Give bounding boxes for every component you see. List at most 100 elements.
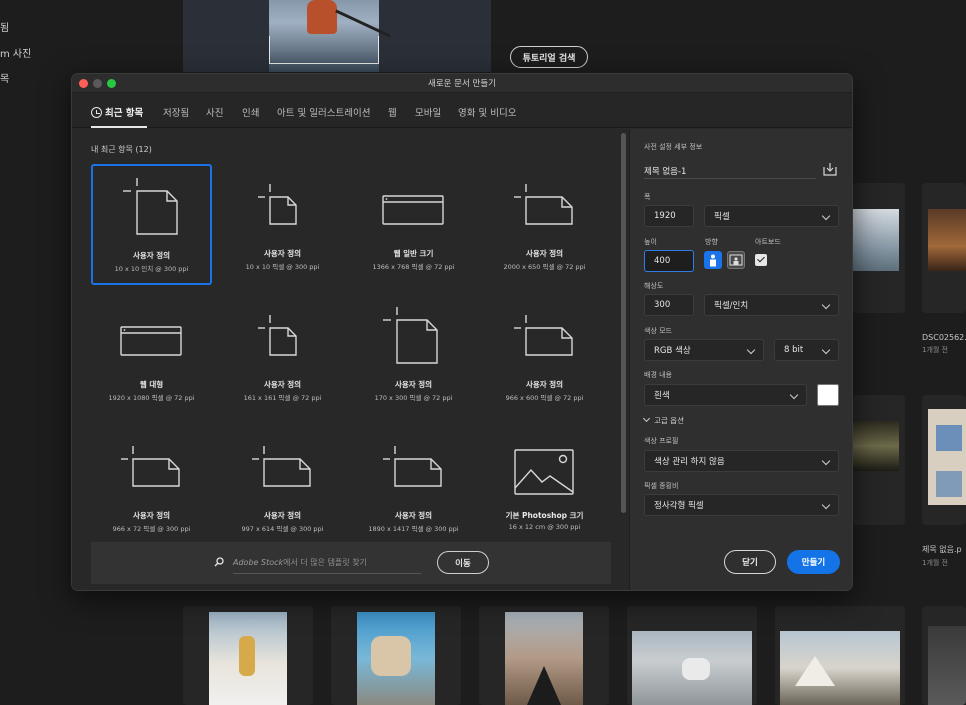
background-select[interactable]: 흰색 <box>644 384 807 406</box>
go-button[interactable]: 이동 <box>437 551 489 574</box>
portrait-orientation-button[interactable] <box>704 251 722 269</box>
custom-landscape-icon <box>383 446 442 487</box>
recent-file-thumb[interactable] <box>183 606 313 705</box>
advanced-options-toggle[interactable]: 고급 옵션 <box>642 414 684 426</box>
preset-card[interactable]: 사용자 정의 966 x 600 픽셀 @ 72 ppi <box>484 295 605 416</box>
width-label: 폭 <box>644 193 651 201</box>
recent-file-thumb[interactable] <box>922 183 966 313</box>
resolution-label: 해상도 <box>644 282 664 290</box>
preset-card[interactable]: 사용자 정의 10 x 10 픽셀 @ 300 ppi <box>222 164 343 285</box>
preset-name: 사용자 정의 <box>132 251 171 260</box>
save-preset-icon[interactable] <box>823 162 837 176</box>
color-mode-select[interactable]: RGB 색상 <box>644 339 764 361</box>
custom-portrait-icon <box>123 178 178 235</box>
preset-dimensions: 1920 x 1080 픽셀 @ 72 ppi <box>108 394 195 402</box>
tab-recent[interactable]: 최근 항목 <box>91 105 143 119</box>
preset-card[interactable]: 사용자 정의 997 x 614 픽셀 @ 300 ppi <box>222 426 343 547</box>
tab-saved[interactable]: 저장됨 <box>163 105 189 119</box>
recent-file-thumb[interactable] <box>852 183 905 313</box>
recent-file-thumb[interactable] <box>852 395 905 525</box>
color-profile-select[interactable]: 색상 관리 하지 않음 <box>644 450 839 472</box>
dialog-title: 새로운 문서 만들기 <box>428 79 496 89</box>
background-color-swatch[interactable] <box>817 384 839 406</box>
sidebar-item[interactable]: 목 <box>0 70 9 85</box>
home-sidebar: 됨 m 사진 목 <box>0 0 70 100</box>
preset-name: 사용자 정의 <box>394 380 433 389</box>
width-unit-select[interactable]: 픽셀 <box>704 205 839 227</box>
web-window-icon <box>120 326 182 356</box>
resolution-unit-select[interactable]: 픽셀/인치 <box>704 294 839 316</box>
tab-photo[interactable]: 사진 <box>206 105 223 119</box>
recent-file-thumb[interactable] <box>479 606 609 705</box>
tab-film-video[interactable]: 영화 및 비디오 <box>458 105 516 119</box>
preset-dimensions: 10 x 10 인치 @ 300 ppi <box>114 265 189 273</box>
recent-file-thumb[interactable] <box>627 606 757 705</box>
chevron-down-icon <box>821 345 831 355</box>
preset-card[interactable]: 사용자 정의 966 x 72 픽셀 @ 300 ppi <box>91 426 212 547</box>
custom-landscape-icon <box>514 184 573 225</box>
preset-dimensions: 1890 x 1417 픽셀 @ 300 ppi <box>368 525 459 533</box>
preset-card[interactable]: 사용자 정의 2000 x 650 픽셀 @ 72 ppi <box>484 164 605 285</box>
bit-depth-select[interactable]: 8 bit <box>774 339 839 361</box>
preset-dimensions: 2000 x 650 픽셀 @ 72 ppi <box>503 263 586 271</box>
recent-file-thumb[interactable] <box>922 606 966 705</box>
preset-name: 사용자 정의 <box>263 249 302 258</box>
recent-file-thumb[interactable] <box>922 395 966 525</box>
preset-dimensions: 10 x 10 픽셀 @ 300 ppi <box>245 263 320 271</box>
preset-dimensions: 16 x 12 cm @ 300 ppi <box>508 523 581 531</box>
recent-file-meta: 제목 없음.p 1개월 전 <box>922 545 962 567</box>
preset-card[interactable]: 사용자 정의 10 x 10 인치 @ 300 ppi <box>91 164 212 285</box>
landscape-orientation-button[interactable] <box>727 251 745 269</box>
chevron-down-icon <box>746 345 756 355</box>
clock-icon <box>91 107 102 118</box>
portrait-icon <box>710 254 716 267</box>
width-input[interactable]: 1920 <box>644 205 694 227</box>
preset-name: 사용자 정의 <box>263 511 302 520</box>
custom-landscape-icon <box>252 446 311 487</box>
color-mode-label: 색상 모드 <box>644 327 672 335</box>
preset-name: 기본 Photoshop 크기 <box>505 511 584 520</box>
stock-search-input[interactable]: Adobe Stock에서 더 많은 템플릿 찾기 <box>233 557 367 568</box>
custom-landscape-icon <box>514 315 573 356</box>
landscape-icon <box>729 254 743 266</box>
preset-card[interactable]: 웹 대형 1920 x 1080 픽셀 @ 72 ppi <box>91 295 212 416</box>
document-name-field[interactable]: 제목 없음-1 <box>644 159 816 179</box>
resolution-input[interactable]: 300 <box>644 294 694 316</box>
height-input[interactable]: 400 <box>644 250 694 272</box>
preset-name: 사용자 정의 <box>525 380 564 389</box>
maximize-window-icon[interactable] <box>107 79 116 88</box>
tutorial-search-button[interactable]: 튜토리얼 검색 <box>510 46 588 68</box>
tab-web[interactable]: 웹 <box>388 105 397 119</box>
minimize-window-icon[interactable] <box>93 79 102 88</box>
preset-name: 사용자 정의 <box>394 511 433 520</box>
preset-dimensions: 997 x 614 픽셀 @ 300 ppi <box>241 525 324 533</box>
new-document-dialog: 새로운 문서 만들기 최근 항목 저장됨 사진 인쇄 아트 및 일러스트레이션 … <box>71 73 853 591</box>
preset-scrollbar[interactable] <box>621 133 626 513</box>
preset-card[interactable]: 사용자 정의 1890 x 1417 픽셀 @ 300 ppi <box>353 426 474 547</box>
photo-icon <box>514 449 574 495</box>
tab-mobile[interactable]: 모바일 <box>415 105 441 119</box>
preset-card[interactable]: 사용자 정의 161 x 161 픽셀 @ 72 ppi <box>222 295 343 416</box>
create-button[interactable]: 만들기 <box>787 550 840 574</box>
tab-art-illustration[interactable]: 아트 및 일러스트레이션 <box>277 105 370 119</box>
preset-name: 사용자 정의 <box>263 380 302 389</box>
sidebar-item[interactable]: m 사진 <box>0 45 31 60</box>
custom-landscape-icon <box>121 446 180 487</box>
preset-card[interactable]: 웹 일반 크기 1366 x 768 픽셀 @ 72 ppi <box>353 164 474 285</box>
dialog-titlebar: 새로운 문서 만들기 <box>72 74 852 93</box>
pixel-aspect-select[interactable]: 정사각형 픽셀 <box>644 494 839 516</box>
preset-details-pane: 사전 설정 세부 정보 제목 없음-1 폭 1920 픽셀 높이 방향 아트보드… <box>629 129 852 590</box>
height-label: 높이 <box>644 238 657 246</box>
artboard-checkbox[interactable] <box>755 254 767 266</box>
tab-print[interactable]: 인쇄 <box>242 105 259 119</box>
preset-card[interactable]: 사용자 정의 170 x 300 픽셀 @ 72 ppi <box>353 295 474 416</box>
preset-card[interactable]: 기본 Photoshop 크기 16 x 12 cm @ 300 ppi <box>484 426 605 547</box>
sidebar-item[interactable]: 됨 <box>0 19 9 34</box>
close-window-icon[interactable] <box>79 79 88 88</box>
chevron-down-icon <box>642 414 651 423</box>
custom-small-icon <box>258 315 297 356</box>
recent-file-thumb[interactable] <box>775 606 905 705</box>
close-button[interactable]: 닫기 <box>724 550 776 574</box>
preset-name: 웹 일반 크기 <box>393 249 434 258</box>
recent-file-thumb[interactable] <box>331 606 461 705</box>
